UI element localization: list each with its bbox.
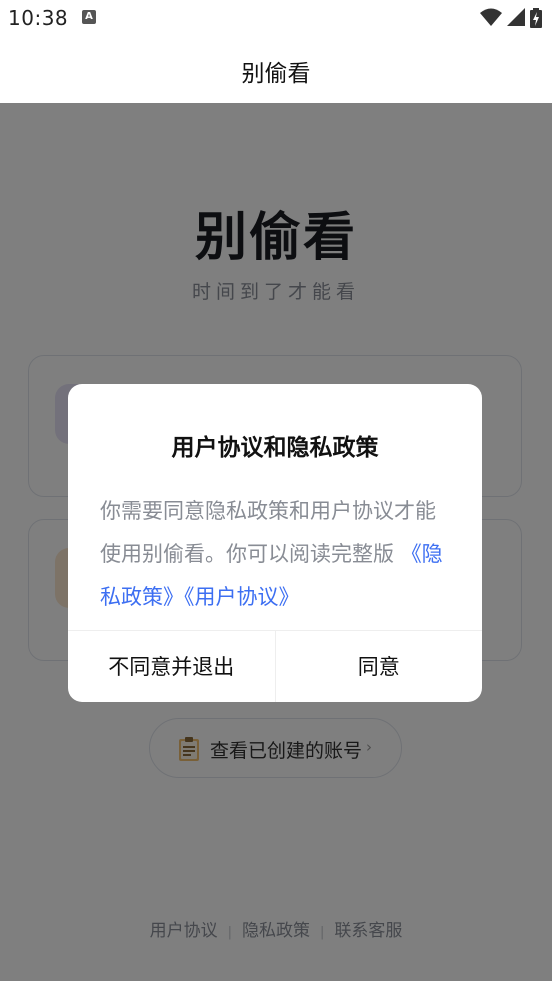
battery-charging-icon	[530, 8, 542, 28]
disagree-exit-button[interactable]: 不同意并退出	[68, 631, 276, 702]
consent-dialog: 用户协议和隐私政策 你需要同意隐私政策和用户协议才能使用别偷看。你可以阅读完整版…	[68, 384, 482, 702]
dialog-body: 你需要同意隐私政策和用户协议才能使用别偷看。你可以阅读完整版 《隐私政策》《用户…	[100, 490, 454, 619]
dialog-footer: 不同意并退出 同意	[68, 630, 482, 702]
status-icons	[479, 8, 542, 28]
dialog-body-text: 你需要同意隐私政策和用户协议才能使用别偷看。你可以阅读完整版	[100, 499, 436, 566]
user-agreement-link[interactable]: 《用户协议》	[184, 585, 300, 609]
wifi-icon	[479, 8, 502, 26]
nav-title: 别偷看	[241, 61, 311, 87]
dialog-title: 用户协议和隐私政策	[171, 435, 379, 461]
status-bar: 10:38 A	[0, 0, 552, 36]
agree-button[interactable]: 同意	[276, 631, 483, 702]
notification-a-icon: A	[82, 10, 96, 24]
status-time: 10:38	[8, 6, 69, 30]
signal-icon	[506, 8, 525, 26]
nav-bar: 别偷看	[0, 36, 552, 103]
